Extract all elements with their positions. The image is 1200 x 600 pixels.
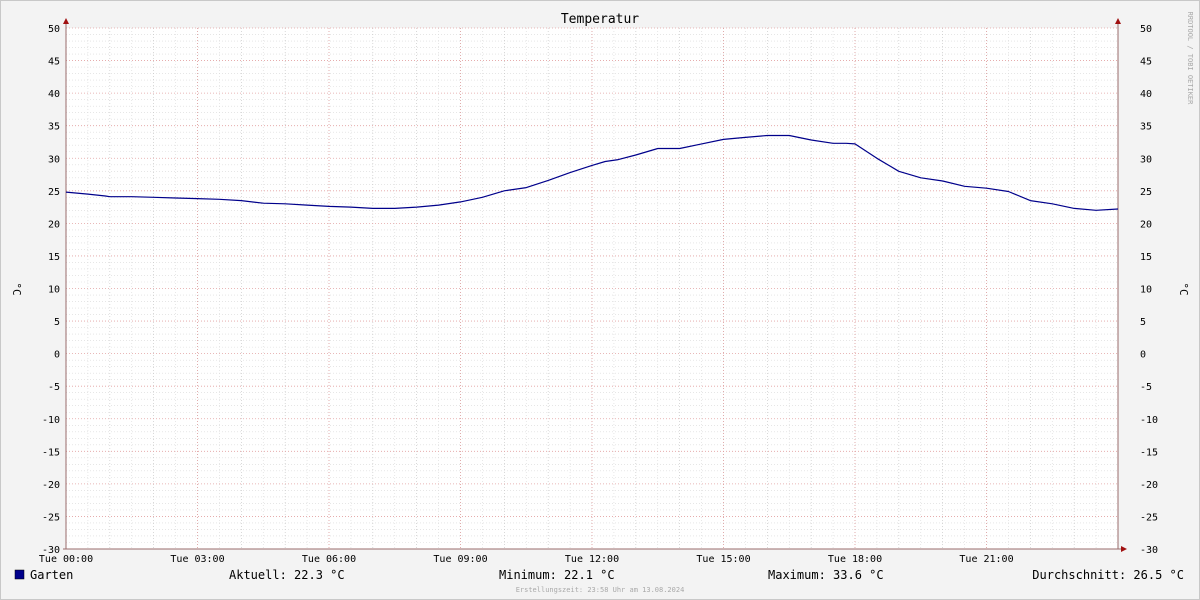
- y-axis-left-unit: °C: [10, 282, 23, 295]
- y-tick-label-left: 45: [48, 57, 60, 68]
- y-tick-label-left: 40: [48, 89, 60, 100]
- y-tick-label-right: 25: [1140, 187, 1152, 198]
- x-tick-label: Tue 21:00: [959, 554, 1013, 565]
- y-tick-label-left: 15: [48, 252, 60, 263]
- y-tick-label-left: 50: [48, 24, 60, 35]
- x-tick-label: Tue 15:00: [696, 554, 750, 565]
- y-tick-label-right: 50: [1140, 24, 1152, 35]
- y-tick-label-right: 20: [1140, 219, 1152, 230]
- stat-current: Aktuell: 22.3 °C: [229, 568, 345, 582]
- y-tick-label-right: -5: [1140, 382, 1152, 393]
- chart-title: Temperatur: [561, 12, 639, 27]
- y-axis-right-labels: 50454035302520151050-5-10-15-20-25-30: [1140, 24, 1158, 556]
- x-tick-label: Tue 09:00: [433, 554, 487, 565]
- y-tick-label-right: 40: [1140, 89, 1152, 100]
- y-tick-label-left: -5: [48, 382, 60, 393]
- y-tick-label-right: 30: [1140, 154, 1152, 165]
- y-tick-label-left: 0: [54, 350, 60, 361]
- y-tick-label-right: 45: [1140, 57, 1152, 68]
- y-tick-label-left: 5: [54, 317, 60, 328]
- x-tick-label: Tue 06:00: [302, 554, 356, 565]
- y-tick-label-left: -15: [42, 447, 60, 458]
- watermark: RRDTOOL / TOBI OETIKER: [1186, 12, 1194, 106]
- y-axis-right-unit: °C: [1177, 282, 1190, 295]
- y-tick-label-right: -25: [1140, 512, 1158, 523]
- x-tick-label: Tue 18:00: [828, 554, 882, 565]
- stat-maximum: Maximum: 33.6 °C: [768, 568, 884, 582]
- y-tick-label-left: -25: [42, 512, 60, 523]
- temperature-chart: 50454035302520151050-5-10-15-20-25-30 50…: [10, 12, 1194, 594]
- y-tick-label-right: 15: [1140, 252, 1152, 263]
- y-tick-label-left: -10: [42, 415, 60, 426]
- x-axis-arrow: [1121, 546, 1127, 552]
- x-axis-labels: Tue 00:00 Tue 03:00 Tue 06:00 Tue 09:00 Tue …: [39, 554, 1014, 565]
- x-tick-label: Tue 12:00: [565, 554, 619, 565]
- y-tick-label-right: -30: [1140, 545, 1158, 556]
- y-tick-label-right: -10: [1140, 415, 1158, 426]
- y-tick-label-left: 20: [48, 219, 60, 230]
- y-tick-label-right: -20: [1140, 480, 1158, 491]
- legend-swatch-garten: [14, 569, 25, 580]
- y-tick-label-right: 35: [1140, 122, 1152, 133]
- y-tick-label-right: 10: [1140, 285, 1152, 296]
- y-tick-label-left: 10: [48, 285, 60, 296]
- y-tick-label-right: -15: [1140, 447, 1158, 458]
- x-tick-label: Tue 00:00: [39, 554, 93, 565]
- y-tick-label-left: 25: [48, 187, 60, 198]
- legend-label-garten: Garten: [30, 568, 73, 582]
- y-tick-label-right: 0: [1140, 350, 1146, 361]
- y-tick-label-right: 5: [1140, 317, 1146, 328]
- y-tick-label-left: 30: [48, 154, 60, 165]
- stat-average: Durchschnitt: 26.5 °C: [1032, 568, 1184, 582]
- stat-minimum: Minimum: 22.1 °C: [499, 568, 615, 582]
- created-at: Erstellungszeit: 23:58 Uhr am 13.08.2024: [516, 586, 685, 594]
- y-axis-left-arrow: [63, 18, 69, 24]
- y-tick-label-left: 35: [48, 122, 60, 133]
- y-axis-left-labels: 50454035302520151050-5-10-15-20-25-30: [42, 24, 60, 556]
- y-tick-label-left: -20: [42, 480, 60, 491]
- x-tick-label: Tue 03:00: [170, 554, 224, 565]
- y-axis-right-arrow: [1115, 18, 1121, 24]
